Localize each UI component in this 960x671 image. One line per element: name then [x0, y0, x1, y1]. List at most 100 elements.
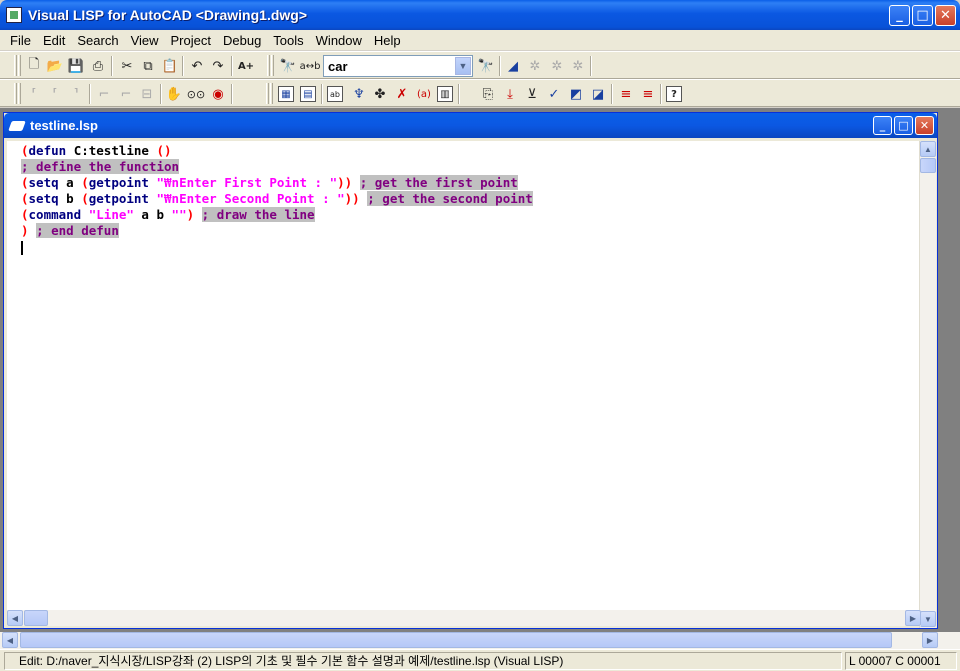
menu-edit[interactable]: Edit	[37, 33, 71, 48]
code-line[interactable]: (command "Line" a b "") ; draw the line	[21, 207, 921, 223]
undo-icon[interactable]: ↶	[187, 56, 207, 76]
menu-tools[interactable]: Tools	[267, 33, 309, 48]
breakpoint-list-icon[interactable]: ≡	[638, 84, 658, 104]
print-icon[interactable]: ⎙	[88, 56, 108, 76]
step-into-icon[interactable]: ⎘	[478, 84, 498, 104]
code-line[interactable]: (setq b (getpoint "₩nEnter Second Point …	[21, 191, 921, 207]
search-input[interactable]	[324, 57, 454, 75]
check-selection-icon[interactable]: ✤	[370, 84, 390, 104]
context-help-icon[interactable]: ?	[666, 86, 682, 102]
format-selection-icon[interactable]: ⸢	[45, 84, 65, 104]
scroll-left-button[interactable]: ◀	[7, 610, 23, 626]
doc-close-button[interactable]: ✕	[915, 116, 934, 135]
open-file-icon[interactable]: 📂	[45, 56, 65, 76]
code-line[interactable]: ; define the function	[21, 159, 921, 175]
cut-icon[interactable]: ✂	[117, 56, 137, 76]
toolbar-grip[interactable]	[270, 83, 273, 104]
reset-icon[interactable]: ◪	[588, 84, 608, 104]
inspect-glasses-icon[interactable]: ⊙⊙	[186, 84, 206, 104]
clear-bookmarks-icon[interactable]: ✲	[547, 56, 567, 76]
check-edit-window-icon[interactable]: ♆	[349, 84, 369, 104]
scroll-right-button[interactable]: ▶	[905, 610, 921, 626]
code-token: ))	[344, 191, 360, 206]
vertical-scroll-thumb[interactable]	[920, 158, 936, 173]
copy-icon[interactable]: ⧉	[138, 56, 158, 76]
toolbar-grip[interactable]	[14, 83, 17, 104]
app-title-bar[interactable]: Visual LISP for AutoCAD <Drawing1.dwg> _…	[0, 0, 960, 30]
workspace-scroll-left-button[interactable]: ◀	[2, 632, 18, 648]
code-line[interactable]: (defun C:testline ()	[21, 143, 921, 159]
code-token: ; end defun	[36, 223, 119, 238]
quit-icon[interactable]: ◩	[566, 84, 586, 104]
activate-autocad-icon[interactable]: ▦	[278, 86, 294, 102]
search-combo[interactable]: ▼	[323, 55, 473, 77]
format-edit-window-icon[interactable]: ⸢	[24, 84, 44, 104]
load-window-icon[interactable]: ▤	[300, 86, 316, 102]
load-selection-icon[interactable]: ab	[327, 86, 343, 102]
toolbar-grip[interactable]	[18, 83, 21, 104]
menu-debug[interactable]: Debug	[217, 33, 267, 48]
paste-icon[interactable]: 📋	[160, 56, 180, 76]
replace-icon[interactable]: a↔b	[300, 56, 321, 76]
find-icon[interactable]: 🔭	[278, 56, 298, 76]
doc-maximize-button[interactable]: □	[894, 116, 913, 135]
save-icon[interactable]: 💾	[66, 56, 86, 76]
help-book-icon[interactable]: ▥	[437, 86, 453, 102]
close-button[interactable]: ✕	[935, 5, 956, 26]
minimize-button[interactable]: _	[889, 5, 910, 26]
lisp-document-icon[interactable]	[8, 120, 26, 131]
new-file-icon[interactable]: 🗋	[24, 56, 44, 76]
toggle-bookmark-icon[interactable]: ◢	[503, 56, 523, 76]
toggle-breakpoint-icon[interactable]: ≡	[616, 84, 636, 104]
find-toolbar-icon[interactable]: 🔭	[476, 56, 496, 76]
editor-horizontal-scrollbar[interactable]: ◀ ▶	[7, 610, 921, 626]
trace-icon[interactable]: ◉	[208, 84, 228, 104]
comment-block-icon[interactable]: ⸣	[66, 84, 86, 104]
code-line[interactable]: ) ; end defun	[21, 223, 921, 239]
horizontal-scroll-thumb[interactable]	[24, 610, 48, 626]
toolbar-grip[interactable]	[271, 55, 274, 76]
menu-file[interactable]: File	[4, 33, 37, 48]
continue-icon[interactable]: ✓	[544, 84, 564, 104]
indent-icon[interactable]: ⌐	[116, 84, 136, 104]
workspace-horizontal-scrollbar[interactable]: ◀ ▶	[0, 632, 960, 649]
maximize-button[interactable]: □	[912, 5, 933, 26]
visual-lisp-app-icon[interactable]	[6, 7, 22, 23]
scroll-up-button[interactable]: ▲	[920, 141, 936, 157]
menu-help[interactable]: Help	[368, 33, 407, 48]
bookmark-list-icon[interactable]: ✲	[568, 56, 588, 76]
menu-project[interactable]: Project	[165, 33, 217, 48]
toolbar-grip[interactable]	[14, 55, 17, 76]
menu-view[interactable]: View	[125, 33, 165, 48]
pan-hand-icon[interactable]: ✋	[164, 84, 184, 104]
next-bookmark-icon[interactable]: ✲	[525, 56, 545, 76]
complete-word-icon[interactable]: A+	[236, 56, 256, 76]
uncomment-icon[interactable]: ⌐	[94, 84, 114, 104]
code-editor[interactable]: (defun C:testline (); define the functio…	[7, 141, 921, 613]
outdent-icon[interactable]: ⊟	[137, 84, 157, 104]
menu-window[interactable]: Window	[310, 33, 368, 48]
workspace-scroll-right-button[interactable]: ▶	[922, 632, 938, 648]
toolbar-grip[interactable]	[267, 55, 270, 76]
code-token: "Line"	[88, 207, 134, 222]
chevron-down-icon[interactable]: ▼	[455, 57, 471, 75]
scroll-down-button[interactable]: ▼	[920, 611, 936, 627]
step-out-icon[interactable]: ⊻	[522, 84, 542, 104]
doc-minimize-button[interactable]: _	[873, 116, 892, 135]
toolbar-grip[interactable]	[18, 55, 21, 76]
workspace-scroll-thumb[interactable]	[20, 632, 892, 648]
toolbar-grip[interactable]	[266, 83, 269, 104]
toolbar-separator	[160, 84, 162, 104]
redo-icon[interactable]: ↷	[208, 56, 228, 76]
apropos-icon[interactable]: ✗	[392, 84, 412, 104]
document-title-bar[interactable]: testline.lsp _ □ ✕	[4, 113, 937, 138]
step-over-icon[interactable]: ⤓	[500, 84, 520, 104]
editor-vertical-scrollbar[interactable]: ▲ ▼	[919, 141, 936, 628]
menu-search[interactable]: Search	[71, 33, 124, 48]
code-token: )	[186, 207, 195, 222]
code-token: "₩nEnter First Point : "	[156, 175, 338, 190]
parentheses-match-icon[interactable]: (a)	[414, 84, 434, 104]
code-line[interactable]: (setq a (getpoint "₩nEnter First Point :…	[21, 175, 921, 191]
code-line[interactable]	[21, 239, 921, 255]
